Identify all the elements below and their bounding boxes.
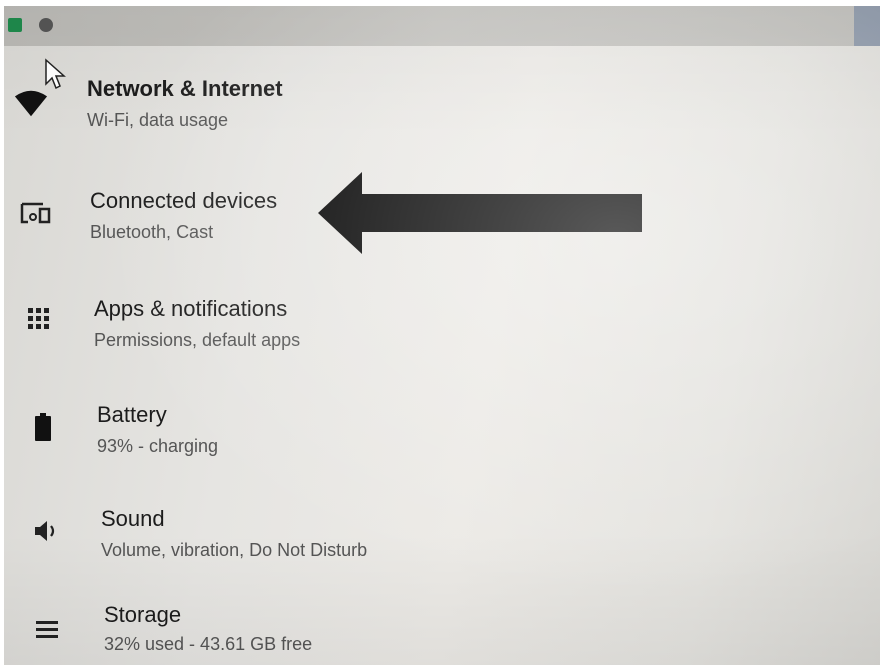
status-bar (4, 6, 880, 46)
settings-item-subtitle: Bluetooth, Cast (90, 222, 214, 242)
settings-item-title: Network & Internet (87, 76, 283, 101)
devices-icon (18, 196, 52, 230)
settings-item-subtitle: 32% used - 43.61 GB free (104, 634, 313, 654)
annotation-arrow-icon (314, 172, 644, 259)
settings-item-title: Sound (101, 506, 165, 531)
settings-item-battery[interactable]: Battery 93% - charging (4, 396, 880, 476)
wifi-icon (14, 86, 48, 120)
settings-item-subtitle: Volume, vibration, Do Not Disturb (101, 540, 368, 560)
settings-item-subtitle: 93% - charging (97, 436, 219, 456)
settings-item-apps[interactable]: Apps & notifications Permissions, defaul… (4, 290, 880, 370)
battery-icon (26, 410, 60, 444)
settings-item-title: Storage (104, 602, 182, 627)
settings-screen: Network & Internet Wi-Fi, data usage Con… (4, 6, 880, 665)
settings-item-network[interactable]: Network & Internet Wi-Fi, data usage (4, 68, 880, 148)
status-dot-icon (39, 18, 53, 32)
settings-item-title: Connected devices (90, 188, 278, 213)
settings-item-sound[interactable]: Sound Volume, vibration, Do Not Disturb (4, 500, 880, 580)
mouse-cursor-icon (44, 58, 66, 95)
app-badge-icon (8, 18, 22, 32)
settings-item-storage[interactable]: Storage 32% used - 43.61 GB free (4, 596, 880, 665)
settings-item-subtitle: Wi-Fi, data usage (87, 110, 229, 130)
settings-item-subtitle: Permissions, default apps (94, 330, 301, 350)
volume-icon (30, 514, 64, 548)
settings-item-title: Apps & notifications (94, 296, 288, 321)
settings-item-title: Battery (97, 402, 167, 427)
window-edge (854, 6, 880, 46)
apps-grid-icon (22, 302, 56, 336)
storage-icon (30, 612, 64, 646)
